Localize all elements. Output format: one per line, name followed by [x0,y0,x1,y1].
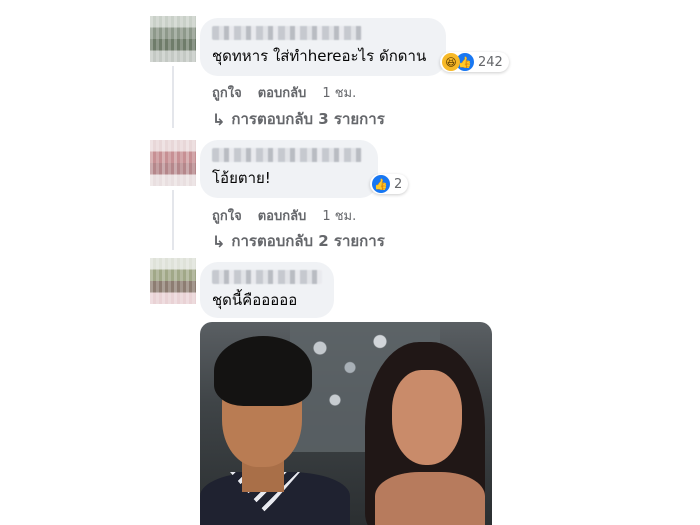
timestamp[interactable]: 1 ชม. [322,82,356,103]
reaction-count: 2 [394,176,403,192]
reaction-summary[interactable]: 👍 2 [370,174,409,194]
comment-actions: ถูกใจ ตอบกลับ 1 ชม. [212,82,356,103]
blurred-author-name[interactable] [212,26,362,40]
replies-label: การตอบกลับ 3 รายการ [231,110,385,128]
avatar[interactable] [150,258,196,304]
reply-arrow-icon: ↳ [212,109,226,129]
reaction-summary[interactable]: 😆 👍 242 [440,52,509,72]
comment-photo[interactable] [200,322,492,525]
comment-text: ชุดนี้คือออออ [212,291,298,309]
comment-bubble: ชุดนี้คือออออ [200,262,334,318]
comment-actions: ถูกใจ ตอบกลับ 1 ชม. [212,205,356,226]
like-button[interactable]: ถูกใจ [212,82,242,103]
comment-bubble: ชุดทหาร ใส่ทำhereอะไร ดักดาน [200,18,446,76]
man-hair [214,336,312,406]
like-icon: 👍 [372,175,390,193]
view-replies-link[interactable]: ↳ การตอบกลับ 2 รายการ [212,229,385,253]
reply-arrow-icon: ↳ [212,231,226,251]
avatar[interactable] [150,16,196,62]
like-button[interactable]: ถูกใจ [212,205,242,226]
reply-button[interactable]: ตอบกลับ [258,205,307,226]
avatar[interactable] [150,140,196,186]
replies-label: การตอบกลับ 2 รายการ [231,232,385,250]
thread-line [172,190,174,250]
reply-button[interactable]: ตอบกลับ [258,82,307,103]
comment-bubble: โอ้ยตาย! [200,140,378,198]
blurred-author-name[interactable] [212,148,362,162]
haha-icon: 😆 [442,53,460,71]
reaction-count: 242 [478,54,503,70]
comment-text: ชุดทหาร ใส่ทำhereอะไร ดักดาน [212,47,427,65]
woman-shoulders [375,472,485,525]
comment-text: โอ้ยตาย! [212,169,271,187]
thread-line [172,66,174,128]
blurred-author-name[interactable] [212,270,322,284]
timestamp[interactable]: 1 ชม. [322,205,356,226]
woman-face [392,370,462,465]
view-replies-link[interactable]: ↳ การตอบกลับ 3 รายการ [212,107,385,131]
